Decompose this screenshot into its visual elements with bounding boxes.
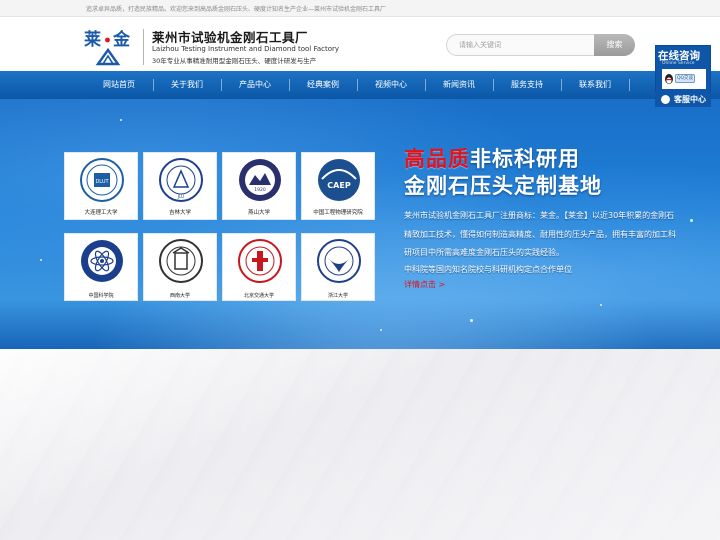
- bjtu-logo-icon: [238, 239, 282, 283]
- partner-card-cas[interactable]: 中国科学院: [64, 233, 138, 301]
- svg-text:1920: 1920: [254, 187, 266, 193]
- svg-text:DLUT: DLUT: [95, 179, 109, 185]
- partner-card-bjtu[interactable]: 北京交通大学: [222, 233, 296, 301]
- hero-partner-note: 中科院等国内知名院校与科研机构定点合作单位: [404, 265, 572, 274]
- partner-card-ysu[interactable]: 1920 燕山大学: [222, 152, 296, 220]
- qq-chat-button[interactable]: QQ交谈: [675, 74, 695, 83]
- svg-text:CAEP: CAEP: [327, 181, 351, 190]
- zju-logo-icon: [317, 239, 361, 283]
- partner-name: 西南大学: [169, 293, 190, 299]
- partner-name: 中国工程物理研究院: [313, 210, 363, 216]
- hero-description: 莱州市试验机金刚石工具厂注册商标：莱金。【莱金】以近30年积累的金刚石精致加工技…: [404, 211, 676, 257]
- search-input[interactable]: [446, 34, 596, 56]
- nav-item-videos[interactable]: 视频中心: [357, 71, 425, 99]
- site-header: 莱 金 莱州市试验机金刚石工具厂 Laizhou Testing Instrum…: [0, 17, 720, 71]
- partner-name: 中国科学院: [88, 293, 114, 299]
- swu-logo-icon: [159, 239, 203, 283]
- nav-item-products[interactable]: 产品中心: [221, 71, 289, 99]
- company-logo[interactable]: 莱 金: [84, 26, 138, 66]
- service-icon: [661, 95, 670, 104]
- online-consult-subtitle: Online Service: [662, 61, 695, 66]
- logo-char-left: 莱: [84, 30, 101, 50]
- logo-divider: [143, 29, 144, 65]
- qq-chat-box: QQ交谈: [662, 69, 706, 89]
- nav-item-contact[interactable]: 联系我们: [561, 71, 629, 99]
- partner-card-caep[interactable]: CAEP 中国工程物理研究院: [301, 152, 375, 220]
- nav-item-home[interactable]: 网站首页: [85, 71, 153, 99]
- page-background-lower: [0, 349, 720, 540]
- company-name-en: Laizhou Testing Instrument and Diamond t…: [152, 45, 340, 53]
- hero-more-link[interactable]: 详情点击 >: [404, 279, 445, 290]
- partner-name: 吉林大学: [168, 210, 191, 216]
- customer-service-button[interactable]: 客服中心: [655, 92, 711, 107]
- jlu-logo-icon: JLU: [159, 158, 203, 202]
- partner-name: 大连理工大学: [84, 210, 118, 216]
- caep-logo-icon: CAEP: [318, 159, 360, 201]
- partner-card-swu[interactable]: 西南大学: [143, 233, 217, 301]
- top-announcement-bar: 追求卓异品质，打造民族精品。欢迎您来到高品质金刚石压头、硬度计知名生产企业—莱州…: [0, 0, 720, 17]
- nav-item-about[interactable]: 关于我们: [153, 71, 221, 99]
- search-box: 搜索: [446, 34, 635, 56]
- company-name-cn: 莱州市试验机金刚石工具厂: [152, 30, 309, 45]
- company-slogan: 30年专业从事精准耐用型金刚石压头、硬度计研发与生产: [152, 57, 317, 65]
- logo-char-right: 金: [112, 29, 131, 50]
- cas-logo-icon: [81, 240, 123, 282]
- nav-item-news[interactable]: 新闻资讯: [425, 71, 493, 99]
- main-nav: 网站首页 关于我们 产品中心 经典案例 视频中心 新闻资讯 服务支持 联系我们: [0, 71, 720, 99]
- partner-name: 燕山大学: [247, 210, 270, 216]
- partner-card-zju[interactable]: 浙江大学: [301, 233, 375, 301]
- partner-card-jlu[interactable]: JLU 吉林大学: [143, 152, 217, 220]
- partner-card-dlut[interactable]: DLUT 大连理工大学: [64, 152, 138, 220]
- partner-name: 北京交通大学: [243, 293, 274, 299]
- ysu-logo-icon: 1920: [239, 159, 281, 201]
- top-announcement-text: 追求卓异品质，打造民族精品。欢迎您来到高品质金刚石压头、硬度计知名生产企业—莱州…: [86, 6, 387, 13]
- hero-title-line1: 高品质非标科研用: [404, 143, 580, 173]
- qq-penguin-icon: [665, 74, 673, 84]
- customer-service-label: 客服中心: [674, 95, 706, 104]
- nav-item-cases[interactable]: 经典案例: [289, 71, 357, 99]
- hero-title-highlight: 高品质: [404, 147, 470, 171]
- partner-name: 浙江大学: [327, 293, 348, 299]
- dlut-logo-icon: DLUT: [80, 158, 124, 202]
- search-button[interactable]: 搜索: [594, 34, 635, 56]
- hero-title-line2: 金刚石压头定制基地: [404, 174, 602, 198]
- nav-separator: [629, 79, 630, 91]
- nav-item-service[interactable]: 服务支持: [493, 71, 561, 99]
- svg-text:JLU: JLU: [177, 194, 184, 199]
- hero-title-rest: 非标科研用: [470, 147, 580, 171]
